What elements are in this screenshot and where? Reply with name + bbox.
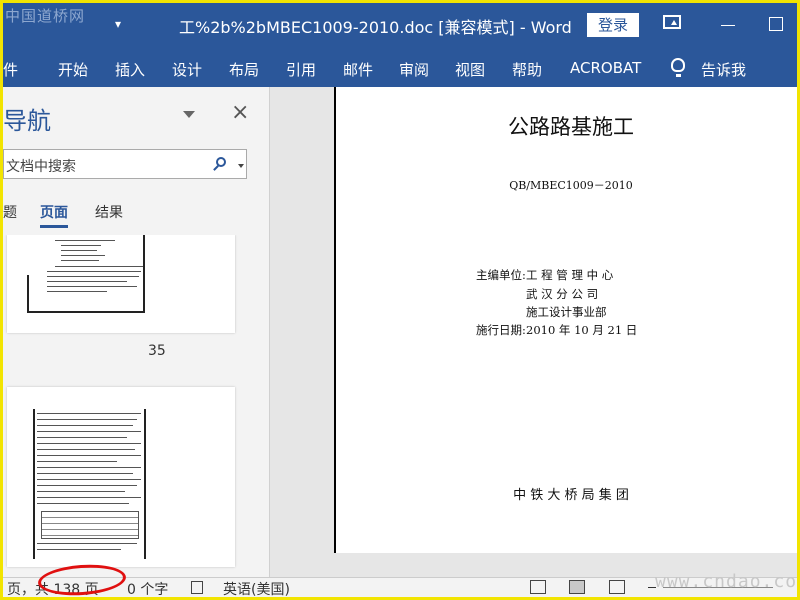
web-layout-icon[interactable] xyxy=(609,580,625,594)
lightbulb-icon xyxy=(671,58,685,77)
editor-line: 施工设计事业部 xyxy=(526,305,607,319)
date-label: 施行日期: xyxy=(476,323,526,337)
read-mode-icon[interactable] xyxy=(530,580,546,594)
tab-mailings[interactable]: 邮件 xyxy=(343,59,373,80)
word-count[interactable]: 0 个字 xyxy=(127,579,168,597)
page-number: 35 xyxy=(148,343,166,359)
standard-code: QB/MBEC1009－2010 xyxy=(509,179,633,192)
tab-help[interactable]: 帮助 xyxy=(512,59,542,80)
search-icon[interactable] xyxy=(216,157,226,167)
editor-line: 工 程 管 理 中 心 xyxy=(526,268,614,282)
proofing-icon[interactable] xyxy=(191,581,203,594)
chevron-down-icon[interactable] xyxy=(183,111,195,118)
ribbon-tabs: 件 开始 插入 设计 布局 引用 邮件 审阅 视图 帮助 ACROBAT 告诉我 xyxy=(3,49,797,87)
tell-me-button[interactable]: 告诉我 xyxy=(701,59,746,80)
tab-review[interactable]: 审阅 xyxy=(399,59,429,80)
nav-tab-headings[interactable]: 题 xyxy=(3,202,17,222)
page-thumbnails: 35 xyxy=(3,235,269,577)
site-watermark-bottom: www.cndao.com xyxy=(655,571,800,592)
document-page[interactable]: 公路路基施工 QB/MBEC1009－2010 主编单位: 工 程 管 理 中 … xyxy=(334,87,797,553)
tab-view[interactable]: 视图 xyxy=(455,59,485,80)
nav-tab-pages[interactable]: 页面 xyxy=(40,202,68,228)
document-title: 工%2b%2bMBEC1009-2010.doc [兼容模式] - Word xyxy=(179,18,572,37)
maximize-icon[interactable] xyxy=(769,17,783,31)
print-layout-icon[interactable] xyxy=(569,580,585,594)
site-watermark: 中国道桥网 xyxy=(5,7,86,25)
search-input[interactable]: 文档中搜索 xyxy=(6,156,76,176)
tab-layout[interactable]: 布局 xyxy=(229,59,259,80)
navigation-pane: 导航 × 文档中搜索 题 页面 结果 35 xyxy=(3,87,270,577)
document-heading: 公路路基施工 xyxy=(508,115,634,139)
tab-acrobat[interactable]: ACROBAT xyxy=(570,59,641,77)
tab-insert[interactable]: 插入 xyxy=(115,59,145,80)
tab-home[interactable]: 开始 xyxy=(58,59,88,80)
close-icon[interactable]: × xyxy=(231,102,249,124)
nav-tab-results[interactable]: 结果 xyxy=(95,202,123,222)
language[interactable]: 英语(美国) xyxy=(223,579,290,597)
page-thumbnail[interactable] xyxy=(7,235,235,333)
search-options-icon[interactable] xyxy=(238,164,244,168)
tab-file[interactable]: 件 xyxy=(3,59,18,80)
publisher: 中 铁 大 桥 局 集 团 xyxy=(513,488,629,503)
document-area[interactable]: 公路路基施工 QB/MBEC1009－2010 主编单位: 工 程 管 理 中 … xyxy=(270,87,797,577)
ribbon-display-options-icon[interactable] xyxy=(663,15,681,29)
tab-design[interactable]: 设计 xyxy=(172,59,202,80)
title-bar: 中国道桥网 ▾ 工%2b%2bMBEC1009-2010.doc [兼容模式] … xyxy=(3,3,797,49)
nav-search-box[interactable]: 文档中搜索 xyxy=(3,149,247,179)
login-button[interactable]: 登录 xyxy=(587,13,639,37)
tab-references[interactable]: 引用 xyxy=(286,59,316,80)
minimize-icon[interactable] xyxy=(721,25,735,26)
page-thumbnail[interactable] xyxy=(7,387,235,567)
quick-access-dropdown-icon[interactable]: ▾ xyxy=(115,17,121,31)
nav-pane-title: 导航 xyxy=(3,107,51,135)
date-value: 2010 年 10 月 21 日 xyxy=(526,323,638,337)
word-window: 中国道桥网 ▾ 工%2b%2bMBEC1009-2010.doc [兼容模式] … xyxy=(0,0,800,600)
editor-label: 主编单位: xyxy=(476,268,526,282)
editor-line: 武 汉 分 公 司 xyxy=(526,287,599,301)
